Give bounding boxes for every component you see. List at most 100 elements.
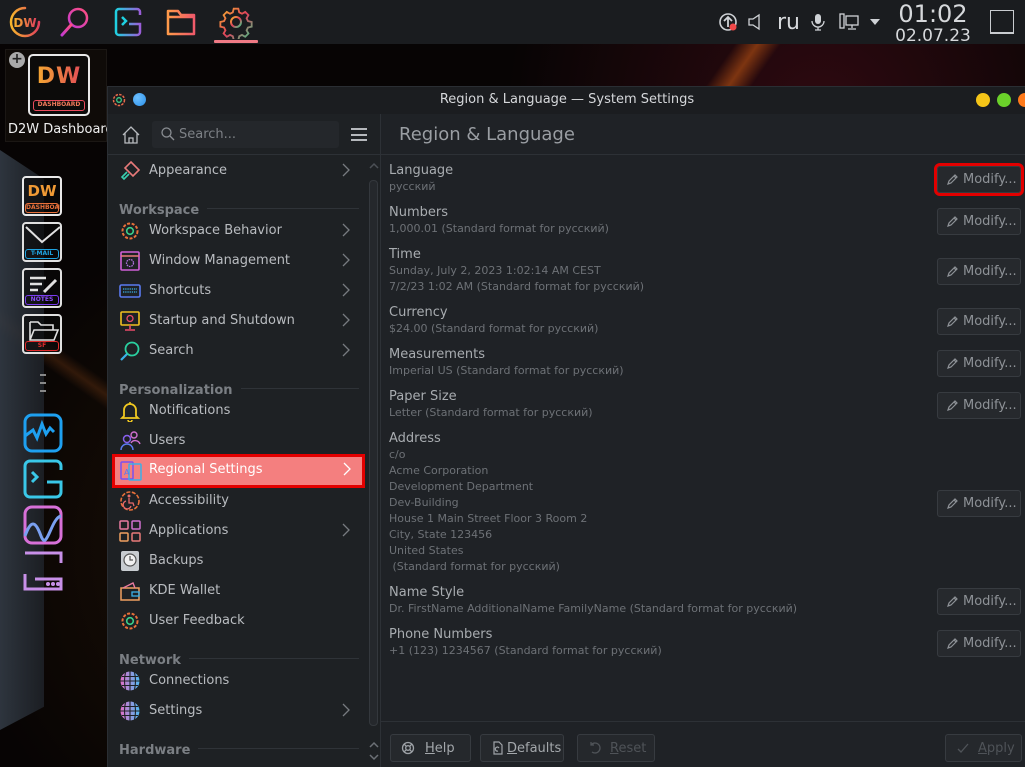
setting-measurements: Measurements Imperial US (Standard format… [389, 347, 1009, 379]
volume-control[interactable] [747, 0, 763, 44]
sidebar-item-label: Window Management [149, 253, 291, 268]
setting-name-style: Name Style Dr. FirstName AdditionalName F… [389, 585, 1009, 617]
pencil-icon [947, 215, 958, 227]
sidebar-item-kde-wallet[interactable]: KDE Wallet [111, 576, 366, 606]
dock-resize-handle[interactable] [40, 374, 46, 392]
sidebar-item-user-feedback[interactable]: User Feedback [111, 606, 366, 636]
modify-measurements-button[interactable]: Modify... [937, 349, 1021, 377]
sidebar-item-regional-settings[interactable]: A Regional Settings [112, 454, 365, 488]
speaker-icon [748, 13, 760, 31]
system-monitor-icon[interactable] [22, 412, 64, 454]
clock-date: 02.07.23 [895, 26, 971, 46]
sidebar-item-startup-and-shutdown[interactable]: Startup and Shutdown [111, 306, 366, 336]
tray-expand-button[interactable] [869, 0, 881, 44]
maximize-button[interactable] [997, 93, 1011, 107]
setting-value: House 1 Main Street Floor 3 Room 2 [389, 512, 588, 525]
sidebar-section-network: Network [119, 649, 359, 668]
modify-label: Modify... [963, 171, 1017, 187]
microphone-control[interactable] [808, 0, 828, 44]
setting-value: United States [389, 544, 464, 557]
sidebar-item-connections[interactable]: Connections [111, 666, 366, 696]
keyboard-layout-indicator[interactable]: ru [777, 0, 800, 44]
sidebar-item-search[interactable]: Search [111, 336, 366, 366]
modify-paper-size-button[interactable]: Modify... [937, 391, 1021, 419]
footer-button-bar: Help Defaults Reset Apply [381, 721, 1025, 767]
minimize-button[interactable] [976, 93, 990, 107]
modify-numbers-button[interactable]: Modify... [937, 207, 1021, 235]
home-icon[interactable] [120, 124, 142, 146]
sidebar-item-window-management[interactable]: Window Management [111, 246, 366, 276]
dock-tile-notes[interactable]: NOTES [22, 268, 62, 308]
terminal-icon[interactable] [22, 458, 64, 500]
monitor-power-icon [120, 311, 140, 331]
terminal-launcher[interactable] [104, 0, 152, 44]
modify-label: Modify... [963, 313, 1017, 329]
reset-button[interactable]: Reset [577, 734, 655, 762]
chevron-right-icon [342, 523, 350, 537]
sidebar-item-workspace-behavior[interactable]: Workspace Behavior [111, 216, 366, 246]
chart-icon[interactable] [22, 504, 64, 546]
pencil-icon [947, 399, 958, 411]
scroll-up-icon[interactable] [369, 162, 379, 170]
sidebar-item-label: Applications [149, 523, 229, 538]
window-titlebar[interactable]: Region & Language — System Settings [108, 87, 1025, 114]
window-title: Region & Language — System Settings [439, 92, 695, 107]
digital-clock[interactable]: 01:02 02.07.23 [893, 0, 973, 45]
magnifier-icon [60, 7, 89, 37]
defaults-label: Defaults [507, 741, 562, 756]
scroll-down-icon[interactable] [369, 753, 379, 761]
sidebar-item-accessibility[interactable]: Accessibility [111, 486, 366, 516]
close-button[interactable] [1018, 93, 1025, 107]
defaults-button[interactable]: Defaults [480, 734, 564, 762]
help-label: Help [425, 741, 455, 756]
svg-text:A: A [124, 468, 130, 477]
setting-value: (Standard format for русский) [389, 560, 560, 573]
sidebar-item-notifications[interactable]: Notifications [111, 396, 366, 426]
lifebuoy-icon [401, 741, 415, 755]
update-indicator[interactable] [718, 0, 738, 44]
modify-time-button[interactable]: Modify... [937, 257, 1021, 285]
add-icon[interactable]: + [9, 52, 25, 68]
modify-phone-numbers-button[interactable]: Modify... [937, 629, 1021, 657]
sidebar-item-settings[interactable]: Settings [111, 696, 366, 726]
modify-name-style-button[interactable]: Modify... [937, 587, 1021, 615]
sidebar-scrollbar[interactable] [367, 156, 380, 767]
dock-tile-dashboard[interactable]: DW DASHBOARD [22, 176, 62, 216]
chevron-right-icon [342, 313, 350, 327]
setting-name: Phone Numbers [389, 627, 493, 642]
show-desktop-button[interactable] [990, 10, 1014, 34]
help-button[interactable]: Help [390, 734, 471, 762]
modify-currency-button[interactable]: Modify... [937, 307, 1021, 335]
pencil-icon [947, 357, 958, 369]
sidebar-item-shortcuts[interactable]: Shortcuts [111, 276, 366, 306]
sidebar-item-label: KDE Wallet [149, 583, 221, 598]
hamburger-menu-icon[interactable] [351, 128, 367, 141]
window-gear-icon [120, 251, 140, 271]
sidebar-item-users[interactable]: Users [111, 426, 366, 456]
modify-language-button[interactable]: Modify... [934, 162, 1024, 196]
network-control[interactable] [838, 0, 860, 44]
settings-launcher[interactable] [212, 0, 260, 44]
system-settings-window: Region & Language — System Settings Sear… [107, 86, 1025, 767]
search-input[interactable]: Search... [152, 121, 339, 148]
sidebar-item-backups[interactable]: Backups [111, 546, 366, 576]
d2w-dashboard-tile[interactable]: DW DASHBOARD [28, 54, 90, 116]
reset-label: Reset [610, 741, 647, 756]
setting-currency: Currency $24.00 (Standard format for русс… [389, 305, 1009, 337]
files-launcher[interactable] [157, 0, 205, 44]
dock-tile-sf[interactable]: SF [22, 314, 62, 354]
chevron-right-icon [342, 253, 350, 267]
dock-tile-tmail[interactable]: T-MAIL [22, 222, 62, 262]
scrollbar-track[interactable] [369, 180, 378, 726]
globe-icon [120, 671, 140, 691]
scroll-up-icon[interactable] [369, 741, 379, 749]
modify-address-button[interactable]: Modify... [937, 489, 1021, 517]
storage-icon[interactable] [22, 550, 64, 592]
search-launcher[interactable] [51, 0, 99, 44]
sidebar-item-appearance[interactable]: Appearance [111, 156, 366, 186]
apply-button[interactable]: Apply [945, 734, 1022, 762]
d2w-launcher[interactable]: DW [1, 0, 49, 44]
modify-label: Modify... [963, 213, 1017, 229]
sidebar-item-applications[interactable]: Applications [111, 516, 366, 546]
bell-icon [119, 402, 141, 422]
